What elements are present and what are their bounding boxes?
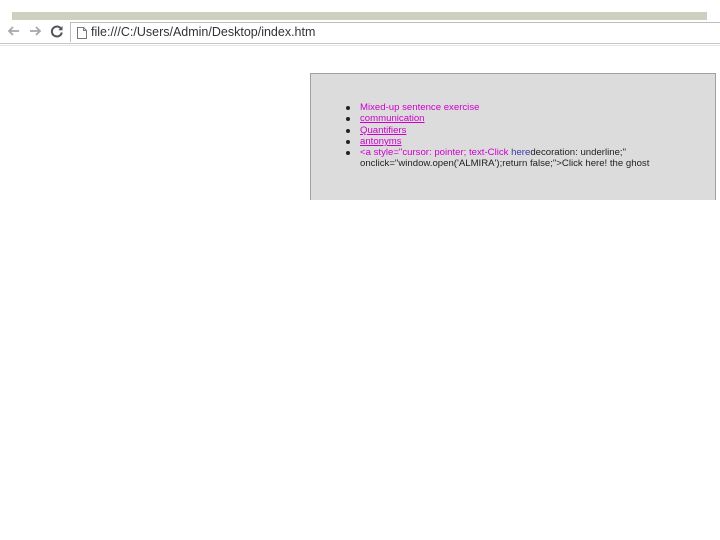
bullet: [346, 117, 350, 122]
raw-markup-line: onclick="window.open('ALMIRA');return fa…: [360, 158, 650, 170]
back-arrow-icon[interactable]: [6, 23, 22, 39]
list-item: communication: [346, 113, 706, 124]
list-item: antonyms: [346, 136, 706, 147]
link-quantifiers[interactable]: Quantifiers: [360, 125, 406, 136]
page-content-panel: Mixed-up sentence exercise communication…: [310, 73, 716, 200]
url-text[interactable]: file:///C:/Users/Admin/Desktop/index.htm: [91, 25, 315, 39]
link-antonyms[interactable]: antonyms: [360, 136, 402, 147]
bullet: [346, 128, 350, 133]
toolbar-divider-shadow: [0, 45, 720, 46]
raw-markup-text: here: [511, 147, 531, 159]
raw-markup-text: decoration: underline;": [530, 147, 626, 159]
page-icon: [77, 26, 87, 39]
link-communication[interactable]: communication: [360, 113, 425, 124]
bullet: [346, 151, 350, 156]
link-list: Mixed-up sentence exercise communication…: [346, 102, 706, 170]
address-bar[interactable]: file:///C:/Users/Admin/Desktop/index.htm: [70, 22, 720, 42]
window-top-strip: [12, 12, 707, 20]
forward-arrow-icon[interactable]: [27, 23, 43, 39]
list-item: Quantifiers: [346, 125, 706, 136]
bullet: [346, 106, 350, 110]
list-item: <a style="cursor: pointer; text-Click he…: [346, 147, 706, 170]
bullet: [346, 139, 350, 144]
toolbar-divider: [0, 43, 720, 44]
link-mixed-up-sentence-exercise[interactable]: Mixed-up sentence exercise: [360, 102, 479, 113]
list-item: Mixed-up sentence exercise: [346, 102, 706, 113]
reload-icon[interactable]: [49, 23, 65, 39]
raw-markup-text: <a style="cursor: pointer; text-Click: [360, 147, 512, 159]
